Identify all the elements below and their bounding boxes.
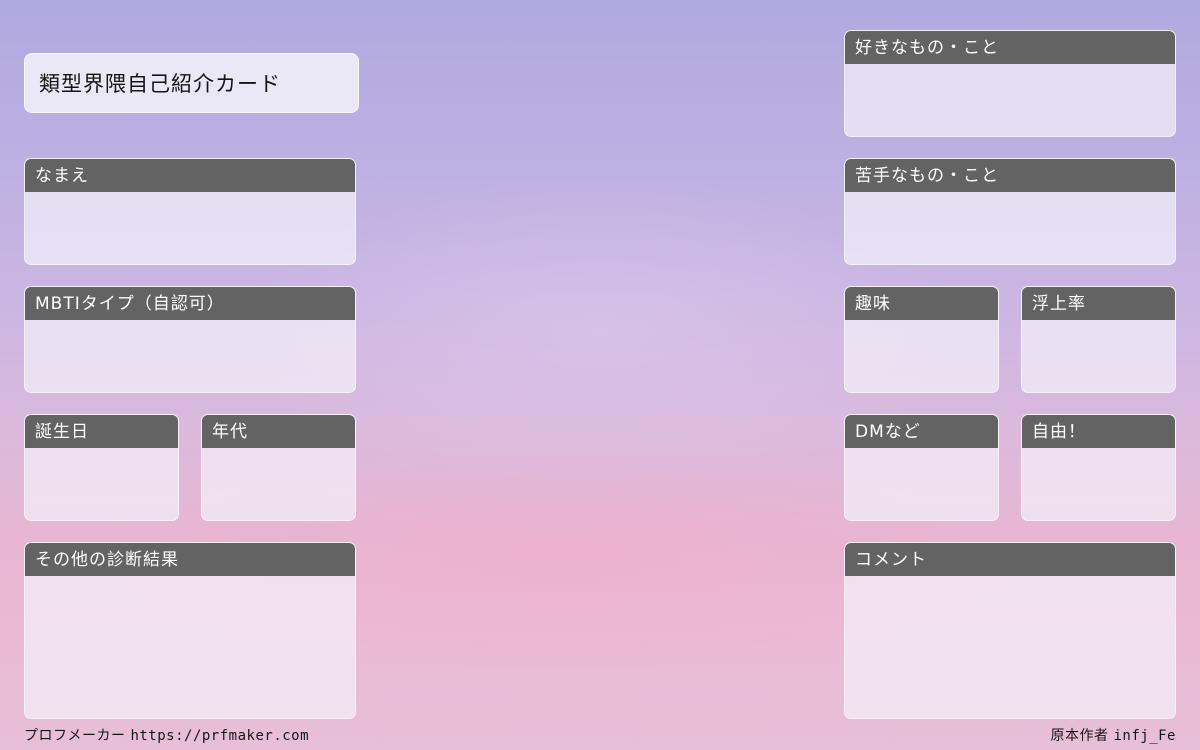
field-comment-label: コメント	[845, 543, 1175, 576]
field-other-results[interactable]: その他の診断結果	[24, 542, 356, 719]
field-name-label: なまえ	[25, 159, 355, 192]
field-age-group[interactable]: 年代	[201, 414, 356, 521]
field-likes[interactable]: 好きなもの・こと	[844, 30, 1176, 137]
field-hobbies-label: 趣味	[845, 287, 998, 320]
field-hobbies[interactable]: 趣味	[844, 286, 999, 393]
field-other-results-input-area[interactable]	[25, 576, 355, 718]
field-online-rate[interactable]: 浮上率	[1021, 286, 1176, 393]
field-online-rate-input-area[interactable]	[1022, 320, 1175, 392]
footer-maker: プロフメーカー https://prfmaker.com	[24, 725, 309, 745]
field-likes-input-area[interactable]	[845, 64, 1175, 136]
field-dm-label: DMなど	[845, 415, 998, 448]
card-title: 類型界隈自己紹介カード	[24, 53, 359, 113]
field-mbti[interactable]: MBTIタイプ（自認可）	[24, 286, 356, 393]
field-age-group-label: 年代	[202, 415, 355, 448]
field-dislikes-label: 苦手なもの・こと	[845, 159, 1175, 192]
field-free[interactable]: 自由！	[1021, 414, 1176, 521]
field-birthday-label: 誕生日	[25, 415, 178, 448]
field-hobbies-input-area[interactable]	[845, 320, 998, 392]
footer-maker-link[interactable]: https://prfmaker.com	[130, 728, 309, 744]
field-birthday-input-area[interactable]	[25, 448, 178, 520]
field-comment-input-area[interactable]	[845, 576, 1175, 718]
field-dm[interactable]: DMなど	[844, 414, 999, 521]
field-dislikes[interactable]: 苦手なもの・こと	[844, 158, 1176, 265]
footer-maker-label: プロフメーカー	[24, 728, 126, 744]
field-likes-label: 好きなもの・こと	[845, 31, 1175, 64]
field-birthday[interactable]: 誕生日	[24, 414, 179, 521]
field-name[interactable]: なまえ	[24, 158, 356, 265]
footer-author-name: infj_Fe	[1113, 728, 1176, 744]
field-online-rate-label: 浮上率	[1022, 287, 1175, 320]
footer-author: 原本作者 infj_Fe	[1051, 725, 1176, 745]
field-mbti-label: MBTIタイプ（自認可）	[25, 287, 355, 320]
field-other-results-label: その他の診断結果	[25, 543, 355, 576]
field-comment[interactable]: コメント	[844, 542, 1176, 719]
field-free-label: 自由！	[1022, 415, 1175, 448]
field-free-input-area[interactable]	[1022, 448, 1175, 520]
field-age-group-input-area[interactable]	[202, 448, 355, 520]
field-dislikes-input-area[interactable]	[845, 192, 1175, 264]
field-dm-input-area[interactable]	[845, 448, 998, 520]
field-name-input-area[interactable]	[25, 192, 355, 264]
footer-author-label: 原本作者	[1050, 728, 1109, 744]
field-mbti-input-area[interactable]	[25, 320, 355, 392]
